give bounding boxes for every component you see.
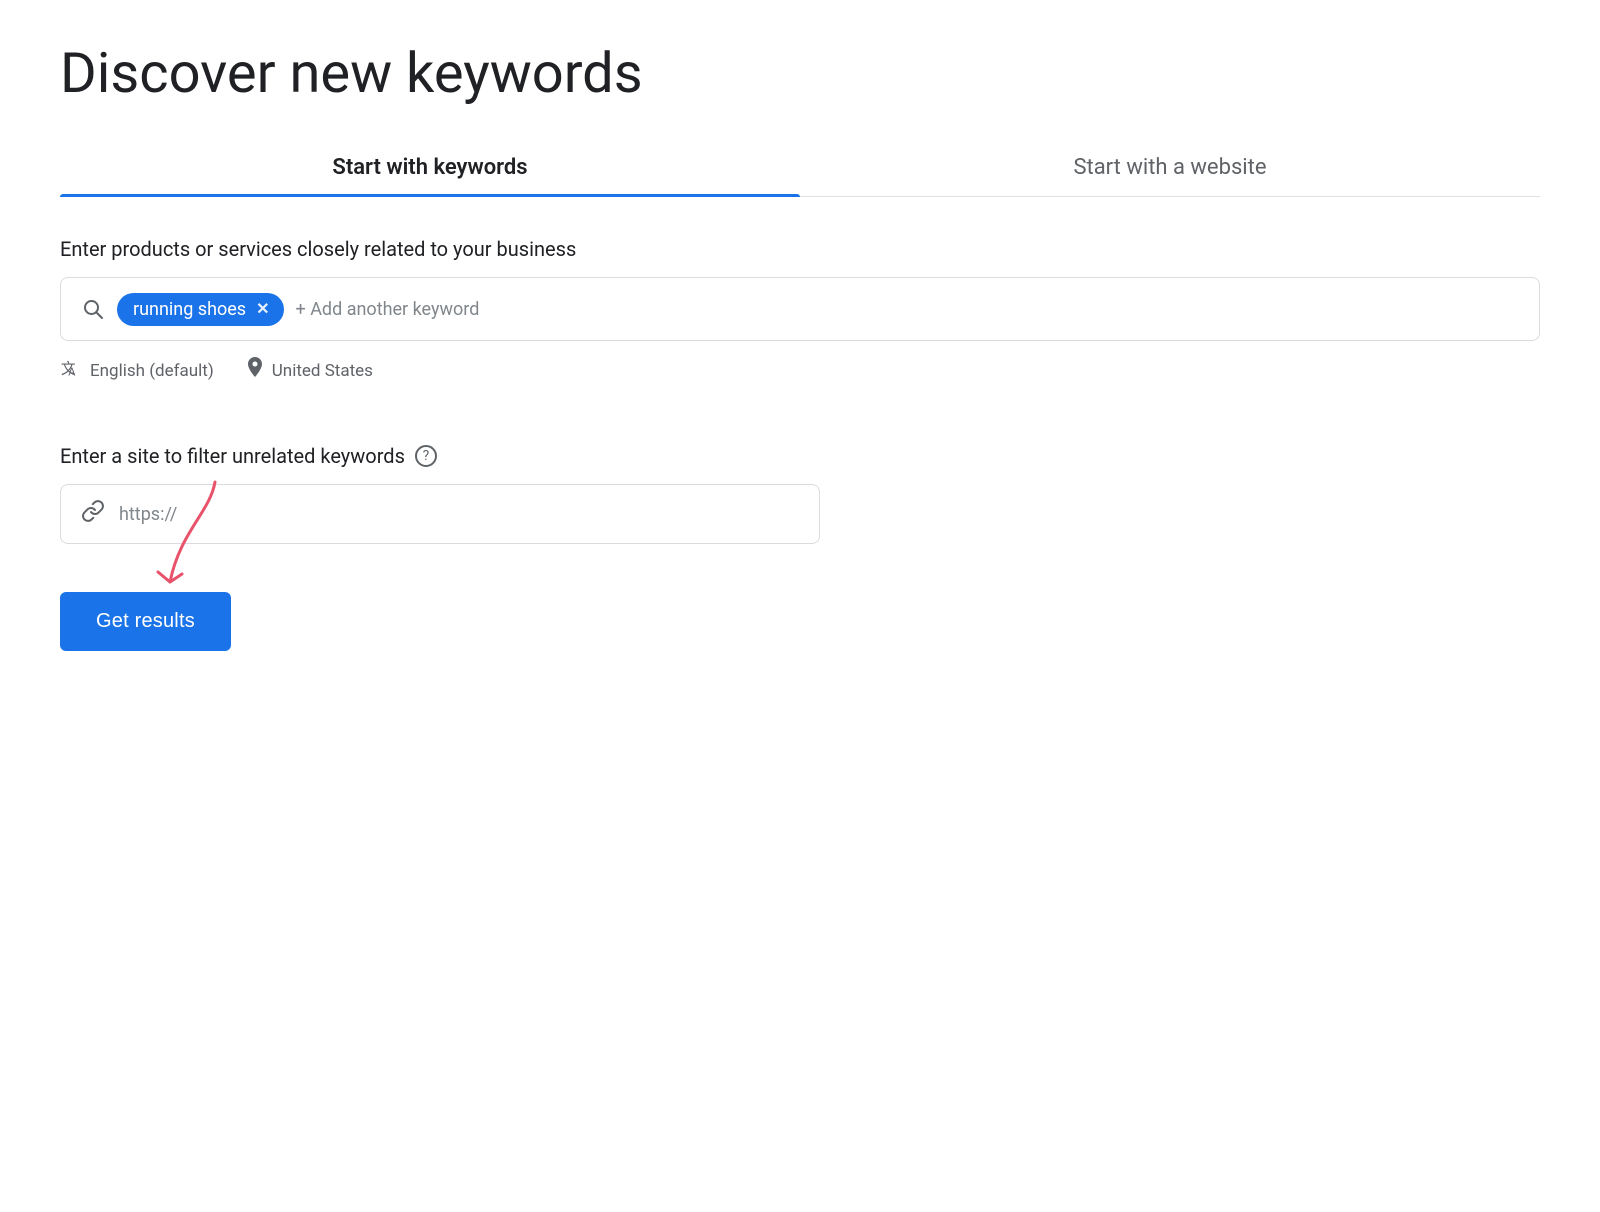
add-keyword-input[interactable]: + Add another keyword — [296, 299, 1519, 320]
svg-text:A: A — [68, 366, 76, 379]
get-results-button[interactable]: Get results — [60, 592, 231, 651]
filter-section: Enter a site to filter unrelated keyword… — [60, 444, 1540, 544]
search-icon — [81, 297, 105, 321]
tab-start-with-keywords[interactable]: Start with keywords — [60, 139, 800, 196]
filter-section-label-row: Enter a site to filter unrelated keyword… — [60, 444, 1540, 468]
tab-start-with-website[interactable]: Start with a website — [800, 139, 1540, 196]
get-results-area: Get results — [60, 592, 231, 651]
location-label: United States — [272, 361, 373, 381]
language-label: English (default) — [90, 361, 214, 381]
location-selector[interactable]: United States — [246, 357, 373, 384]
link-icon — [81, 499, 105, 529]
url-input-placeholder: https:// — [119, 504, 799, 525]
keyword-chip-text: running shoes — [133, 299, 246, 320]
keyword-section-label: Enter products or services closely relat… — [60, 237, 1540, 261]
language-location-row: 文 A English (default) United States — [60, 357, 1540, 384]
keyword-chip-remove-button[interactable]: ✕ — [256, 301, 269, 317]
keyword-input-box[interactable]: running shoes ✕ + Add another keyword — [60, 277, 1540, 341]
location-pin-icon — [246, 357, 264, 384]
help-icon[interactable]: ? — [415, 445, 437, 467]
keyword-chip-running-shoes[interactable]: running shoes ✕ — [117, 293, 284, 326]
keyword-section: Enter products or services closely relat… — [60, 237, 1540, 384]
filter-section-label-text: Enter a site to filter unrelated keyword… — [60, 444, 405, 468]
page-title: Discover new keywords — [60, 40, 1540, 107]
language-selector[interactable]: 文 A English (default) — [60, 357, 214, 384]
url-input-box[interactable]: https:// — [60, 484, 820, 544]
tabs-container: Start with keywords Start with a website — [60, 139, 1540, 197]
language-icon: 文 A — [60, 357, 82, 384]
